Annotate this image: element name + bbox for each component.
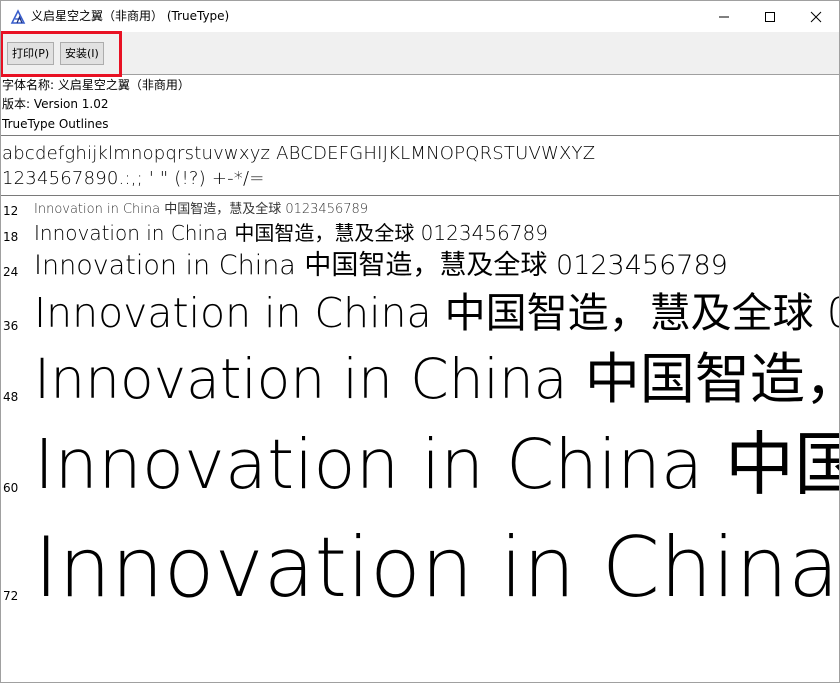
charset-digits: 1234567890.:,; ' " (!?) +-*/= [2,168,265,189]
close-icon [810,11,822,23]
window-title: 义启星空之翼（非商用） (TrueType) [31,9,230,23]
font-outline-type: TrueType Outlines [2,117,109,131]
sample-text: Innovation in China 中国智造，慧及全球 0123456789 [34,519,839,616]
size-label: 60 [3,481,19,495]
size-label: 12 [3,204,19,218]
font-name: 字体名称: 义启星空之翼（非商用） [2,78,190,92]
font-version: 版本: Version 1.02 [2,97,109,111]
size-label: 72 [3,589,19,603]
maximize-icon [764,11,776,23]
size-label: 18 [3,230,19,244]
size-label: 36 [3,319,19,333]
sample-text: Innovation in China 中国智造，慧及全球 0123456789 [34,347,839,411]
minimize-button[interactable] [701,1,747,32]
sample-row: 18 Innovation in China 中国智造，慧及全球 0123456… [1,219,839,245]
sample-row: 60 Innovation in China 中国智造，慧及全球 0123456… [1,419,839,505]
sample-text: Innovation in China 中国智造，慧及全球 0123456789 [34,425,839,505]
sample-row: 48 Innovation in China 中国智造，慧及全球 0123456… [1,341,839,411]
size-label: 24 [3,265,19,279]
highlight-box [1,31,122,77]
sample-text: Innovation in China 中国智造，慧及全球 0123456789 [34,202,369,217]
sample-row: 72 Innovation in China 中国智造，慧及全球 0123456… [1,513,839,616]
close-button[interactable] [793,1,839,32]
divider [1,195,839,196]
sample-text: Innovation in China 中国智造，慧及全球 0123456789 [34,250,728,281]
title-bar[interactable]: 义启星空之翼（非商用） (TrueType) [1,1,839,32]
maximize-button[interactable] [747,1,793,32]
sample-row: 24 Innovation in China 中国智造，慧及全球 0123456… [1,247,839,281]
divider [1,135,839,136]
toolbar: 打印(P) 安装(I) [1,31,839,77]
font-file-icon [10,9,26,25]
charset-letters: abcdefghijklmnopqrstuvwxyz ABCDEFGHIJKLM… [2,143,596,164]
sample-row: 36 Innovation in China 中国智造，慧及全球 0123456… [1,285,839,337]
sample-text: Innovation in China 中国智造，慧及全球 0123456789 [34,289,839,337]
minimize-icon [718,11,730,23]
sample-row: 12 Innovation in China 中国智造，慧及全球 0123456… [1,201,839,218]
sample-text: Innovation in China 中国智造，慧及全球 0123456789 [34,221,548,245]
size-label: 48 [3,390,19,404]
font-viewer-window: 义启星空之翼（非商用） (TrueType) 打印(P) 安装(I) 字体名称:… [0,0,840,683]
